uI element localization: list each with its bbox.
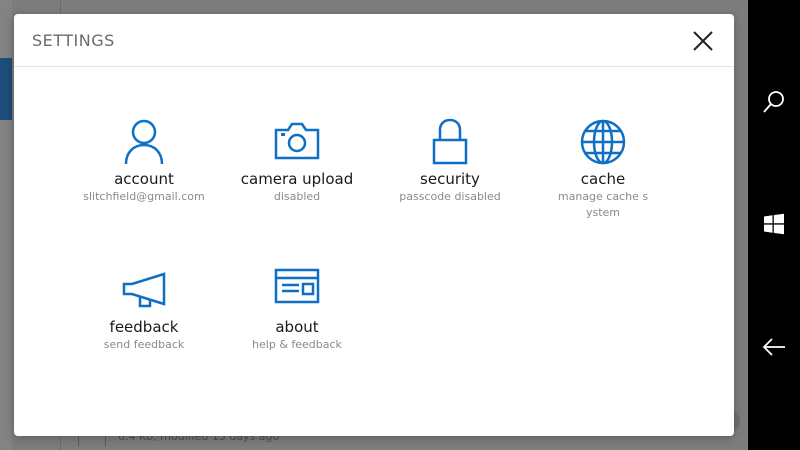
nav-search-button[interactable] bbox=[748, 76, 800, 128]
tile-camera-upload-label: camera upload bbox=[240, 170, 354, 188]
camera-icon bbox=[274, 122, 320, 160]
dialog-title: SETTINGS bbox=[32, 31, 115, 50]
lock-icon bbox=[432, 118, 468, 165]
tile-account-label: account bbox=[114, 170, 174, 188]
person-icon bbox=[124, 119, 164, 165]
windows-start-icon bbox=[764, 213, 784, 235]
about-card-icon bbox=[274, 268, 320, 304]
tile-camera-upload-subtitle: disabled bbox=[273, 190, 321, 203]
globe-icon bbox=[580, 119, 626, 165]
close-icon bbox=[693, 31, 713, 51]
close-button[interactable] bbox=[688, 26, 718, 56]
tile-cache-subtitle: manage cache system bbox=[557, 190, 649, 219]
tile-account-subtitle: slitchfield@gmail.com bbox=[83, 190, 205, 203]
screen: 6.4 Kb, modified 13 days ago SETTINGS ac… bbox=[0, 0, 800, 450]
nav-back-button[interactable] bbox=[748, 321, 800, 373]
tile-about[interactable]: about help & feedback bbox=[227, 266, 367, 353]
tile-camera-upload[interactable]: camera upload disabled bbox=[227, 118, 367, 205]
back-arrow-icon bbox=[762, 338, 785, 356]
tile-account[interactable]: account slitchfield@gmail.com bbox=[74, 118, 214, 205]
tile-security[interactable]: security passcode disabled bbox=[380, 118, 520, 205]
tile-feedback-subtitle: send feedback bbox=[103, 338, 185, 351]
tile-about-label: about bbox=[275, 318, 319, 336]
tile-feedback-label: feedback bbox=[109, 318, 179, 336]
settings-dialog: SETTINGS account slitchfield@gmail.com c… bbox=[14, 14, 734, 436]
dialog-header: SETTINGS bbox=[14, 14, 734, 67]
megaphone-icon bbox=[122, 272, 166, 308]
nav-start-button[interactable] bbox=[748, 198, 800, 250]
search-icon bbox=[763, 91, 784, 113]
tile-feedback[interactable]: feedback send feedback bbox=[74, 266, 214, 353]
tile-security-subtitle: passcode disabled bbox=[399, 190, 501, 203]
tile-cache[interactable]: cache manage cache system bbox=[533, 118, 673, 221]
tile-security-label: security bbox=[420, 170, 480, 188]
system-navbar bbox=[748, 0, 800, 450]
background-accent-block bbox=[0, 58, 12, 120]
tile-cache-label: cache bbox=[580, 170, 626, 188]
tile-about-subtitle: help & feedback bbox=[252, 338, 342, 351]
